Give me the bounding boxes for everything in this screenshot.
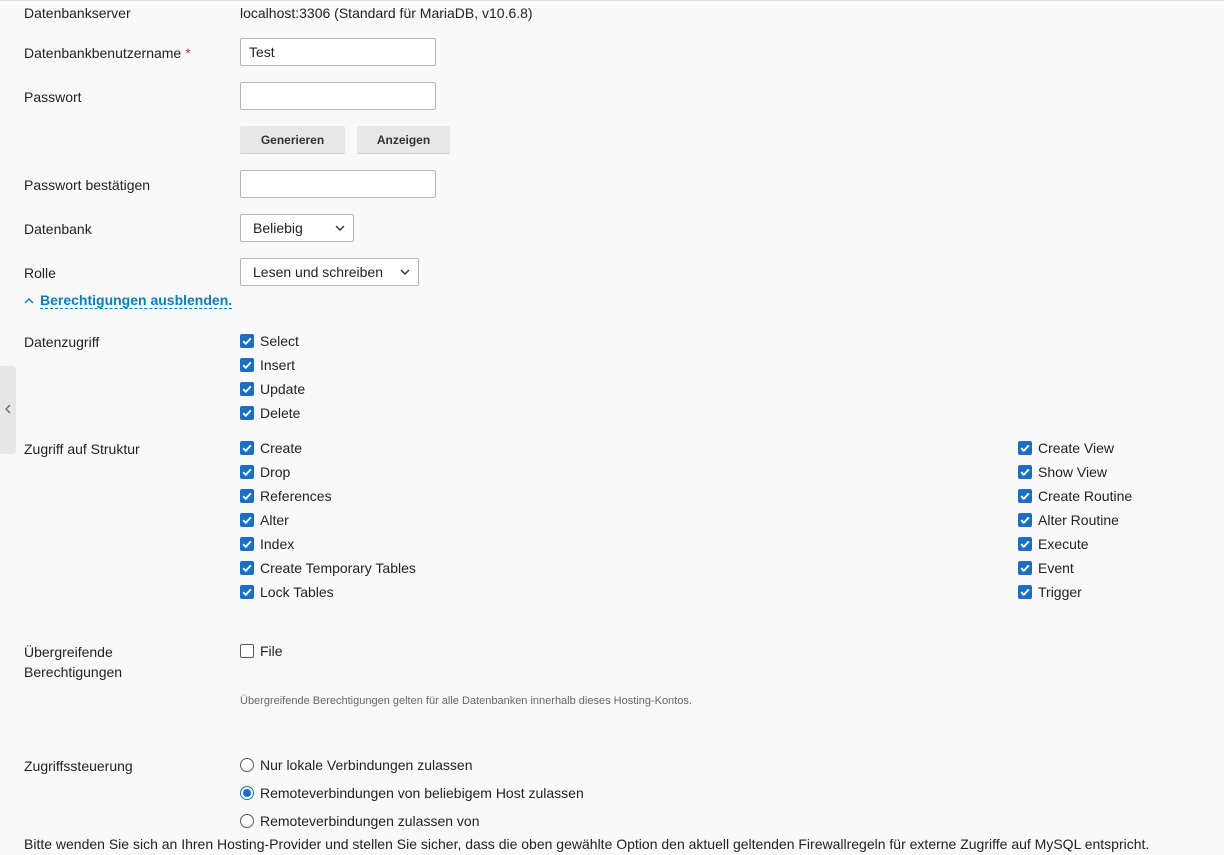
radio-unselected-icon[interactable] — [240, 814, 254, 828]
checkbox-label: Alter — [260, 512, 289, 528]
checkbox-label: Lock Tables — [260, 584, 334, 600]
checkbox-checked-icon[interactable] — [240, 465, 254, 479]
checkbox-checked-icon[interactable] — [240, 358, 254, 372]
password-confirm-label: Passwort bestätigen — [24, 177, 151, 193]
checkbox-label: Create — [260, 440, 303, 456]
checkbox-label: Alter Routine — [1038, 512, 1119, 528]
checkbox-checked-icon[interactable] — [240, 382, 254, 396]
password-confirm-input[interactable] — [240, 170, 436, 198]
hide-permissions-link[interactable]: Berechtigungen ausblenden. — [24, 290, 233, 310]
radio-selected-icon[interactable] — [240, 786, 254, 800]
checkbox-label: Insert — [260, 357, 296, 373]
chevron-up-icon — [24, 298, 34, 304]
checkbox-checked-icon[interactable] — [240, 561, 254, 575]
checkbox-label: Event — [1038, 560, 1074, 576]
show-password-button[interactable]: Anzeigen — [357, 126, 450, 154]
database-label: Datenbank — [24, 221, 92, 237]
checkbox-label: Execute — [1038, 536, 1089, 552]
firewall-footnote: Bitte wenden Sie sich an Ihren Hosting-P… — [24, 836, 1150, 852]
checkbox-unchecked-icon[interactable] — [240, 644, 254, 658]
checkbox-label: Create Routine — [1038, 488, 1133, 504]
checkbox-label: Trigger — [1038, 584, 1082, 600]
chevron-left-icon — [5, 404, 11, 414]
radio-label: Remoteverbindungen zulassen von — [260, 813, 480, 829]
radio-label: Remoteverbindungen von beliebigem Host z… — [260, 785, 584, 801]
username-label: Datenbankbenutzername * — [24, 43, 191, 63]
global-permissions-hint: Übergreifende Berechtigungen gelten für … — [240, 695, 692, 707]
checkbox-checked-icon[interactable] — [240, 406, 254, 420]
role-select-value: Lesen und schreiben — [253, 264, 383, 280]
checkbox-checked-icon[interactable] — [240, 334, 254, 348]
checkbox-checked-icon[interactable] — [1018, 513, 1032, 527]
global-permissions-label-line1: Übergreifende — [24, 644, 113, 660]
password-input[interactable] — [240, 82, 436, 110]
db-server-value: localhost:3306 (Standard für MariaDB, v1… — [240, 5, 533, 21]
checkbox-checked-icon[interactable] — [1018, 585, 1032, 599]
checkbox-checked-icon[interactable] — [1018, 561, 1032, 575]
chevron-down-icon — [400, 269, 410, 275]
top-border — [0, 0, 1224, 4]
checkbox-label: Update — [260, 381, 306, 397]
checkbox-checked-icon[interactable] — [1018, 489, 1032, 503]
global-permissions-label: Übergreifende Berechtigungen — [24, 642, 122, 682]
checkbox-label: Create View — [1038, 440, 1115, 456]
generate-password-button[interactable]: Generieren — [240, 126, 345, 154]
checkbox-checked-icon[interactable] — [240, 489, 254, 503]
role-label: Rolle — [24, 265, 56, 281]
checkbox-label: Index — [260, 536, 295, 552]
checkbox-label: Drop — [260, 464, 291, 480]
checkbox-checked-icon[interactable] — [1018, 465, 1032, 479]
checkbox-label: File — [260, 643, 283, 659]
global-permissions-label-line2: Berechtigungen — [24, 664, 123, 680]
hide-permissions-text: Berechtigungen ausblenden. — [40, 292, 233, 309]
checkbox-label: Delete — [260, 405, 301, 421]
checkbox-label: References — [260, 488, 332, 504]
checkbox-checked-icon[interactable] — [240, 441, 254, 455]
role-select[interactable]: Lesen und schreiben — [240, 258, 419, 286]
checkbox-checked-icon[interactable] — [240, 537, 254, 551]
checkbox-checked-icon[interactable] — [240, 585, 254, 599]
db-server-label: Datenbankserver — [24, 5, 131, 21]
checkbox-checked-icon[interactable] — [240, 513, 254, 527]
password-label: Passwort — [24, 89, 82, 105]
structure-access-label: Zugriff auf Struktur — [24, 441, 140, 457]
database-select[interactable]: Beliebig — [240, 214, 354, 242]
required-marker: * — [185, 45, 191, 61]
checkbox-checked-icon[interactable] — [1018, 537, 1032, 551]
checkbox-label: Select — [260, 333, 299, 349]
checkbox-checked-icon[interactable] — [1018, 441, 1032, 455]
database-select-value: Beliebig — [253, 220, 303, 236]
radio-label: Nur lokale Verbindungen zulassen — [260, 757, 473, 773]
radio-unselected-icon[interactable] — [240, 758, 254, 772]
data-access-label: Datenzugriff — [24, 334, 100, 350]
access-control-label: Zugriffssteuerung — [24, 758, 133, 774]
checkbox-label: Show View — [1038, 464, 1108, 480]
username-input[interactable] — [240, 38, 436, 66]
checkbox-label: Create Temporary Tables — [260, 560, 416, 576]
sidebar-collapse-handle[interactable] — [0, 366, 16, 454]
chevron-down-icon — [335, 225, 345, 231]
username-label-text: Datenbankbenutzername — [24, 45, 182, 61]
